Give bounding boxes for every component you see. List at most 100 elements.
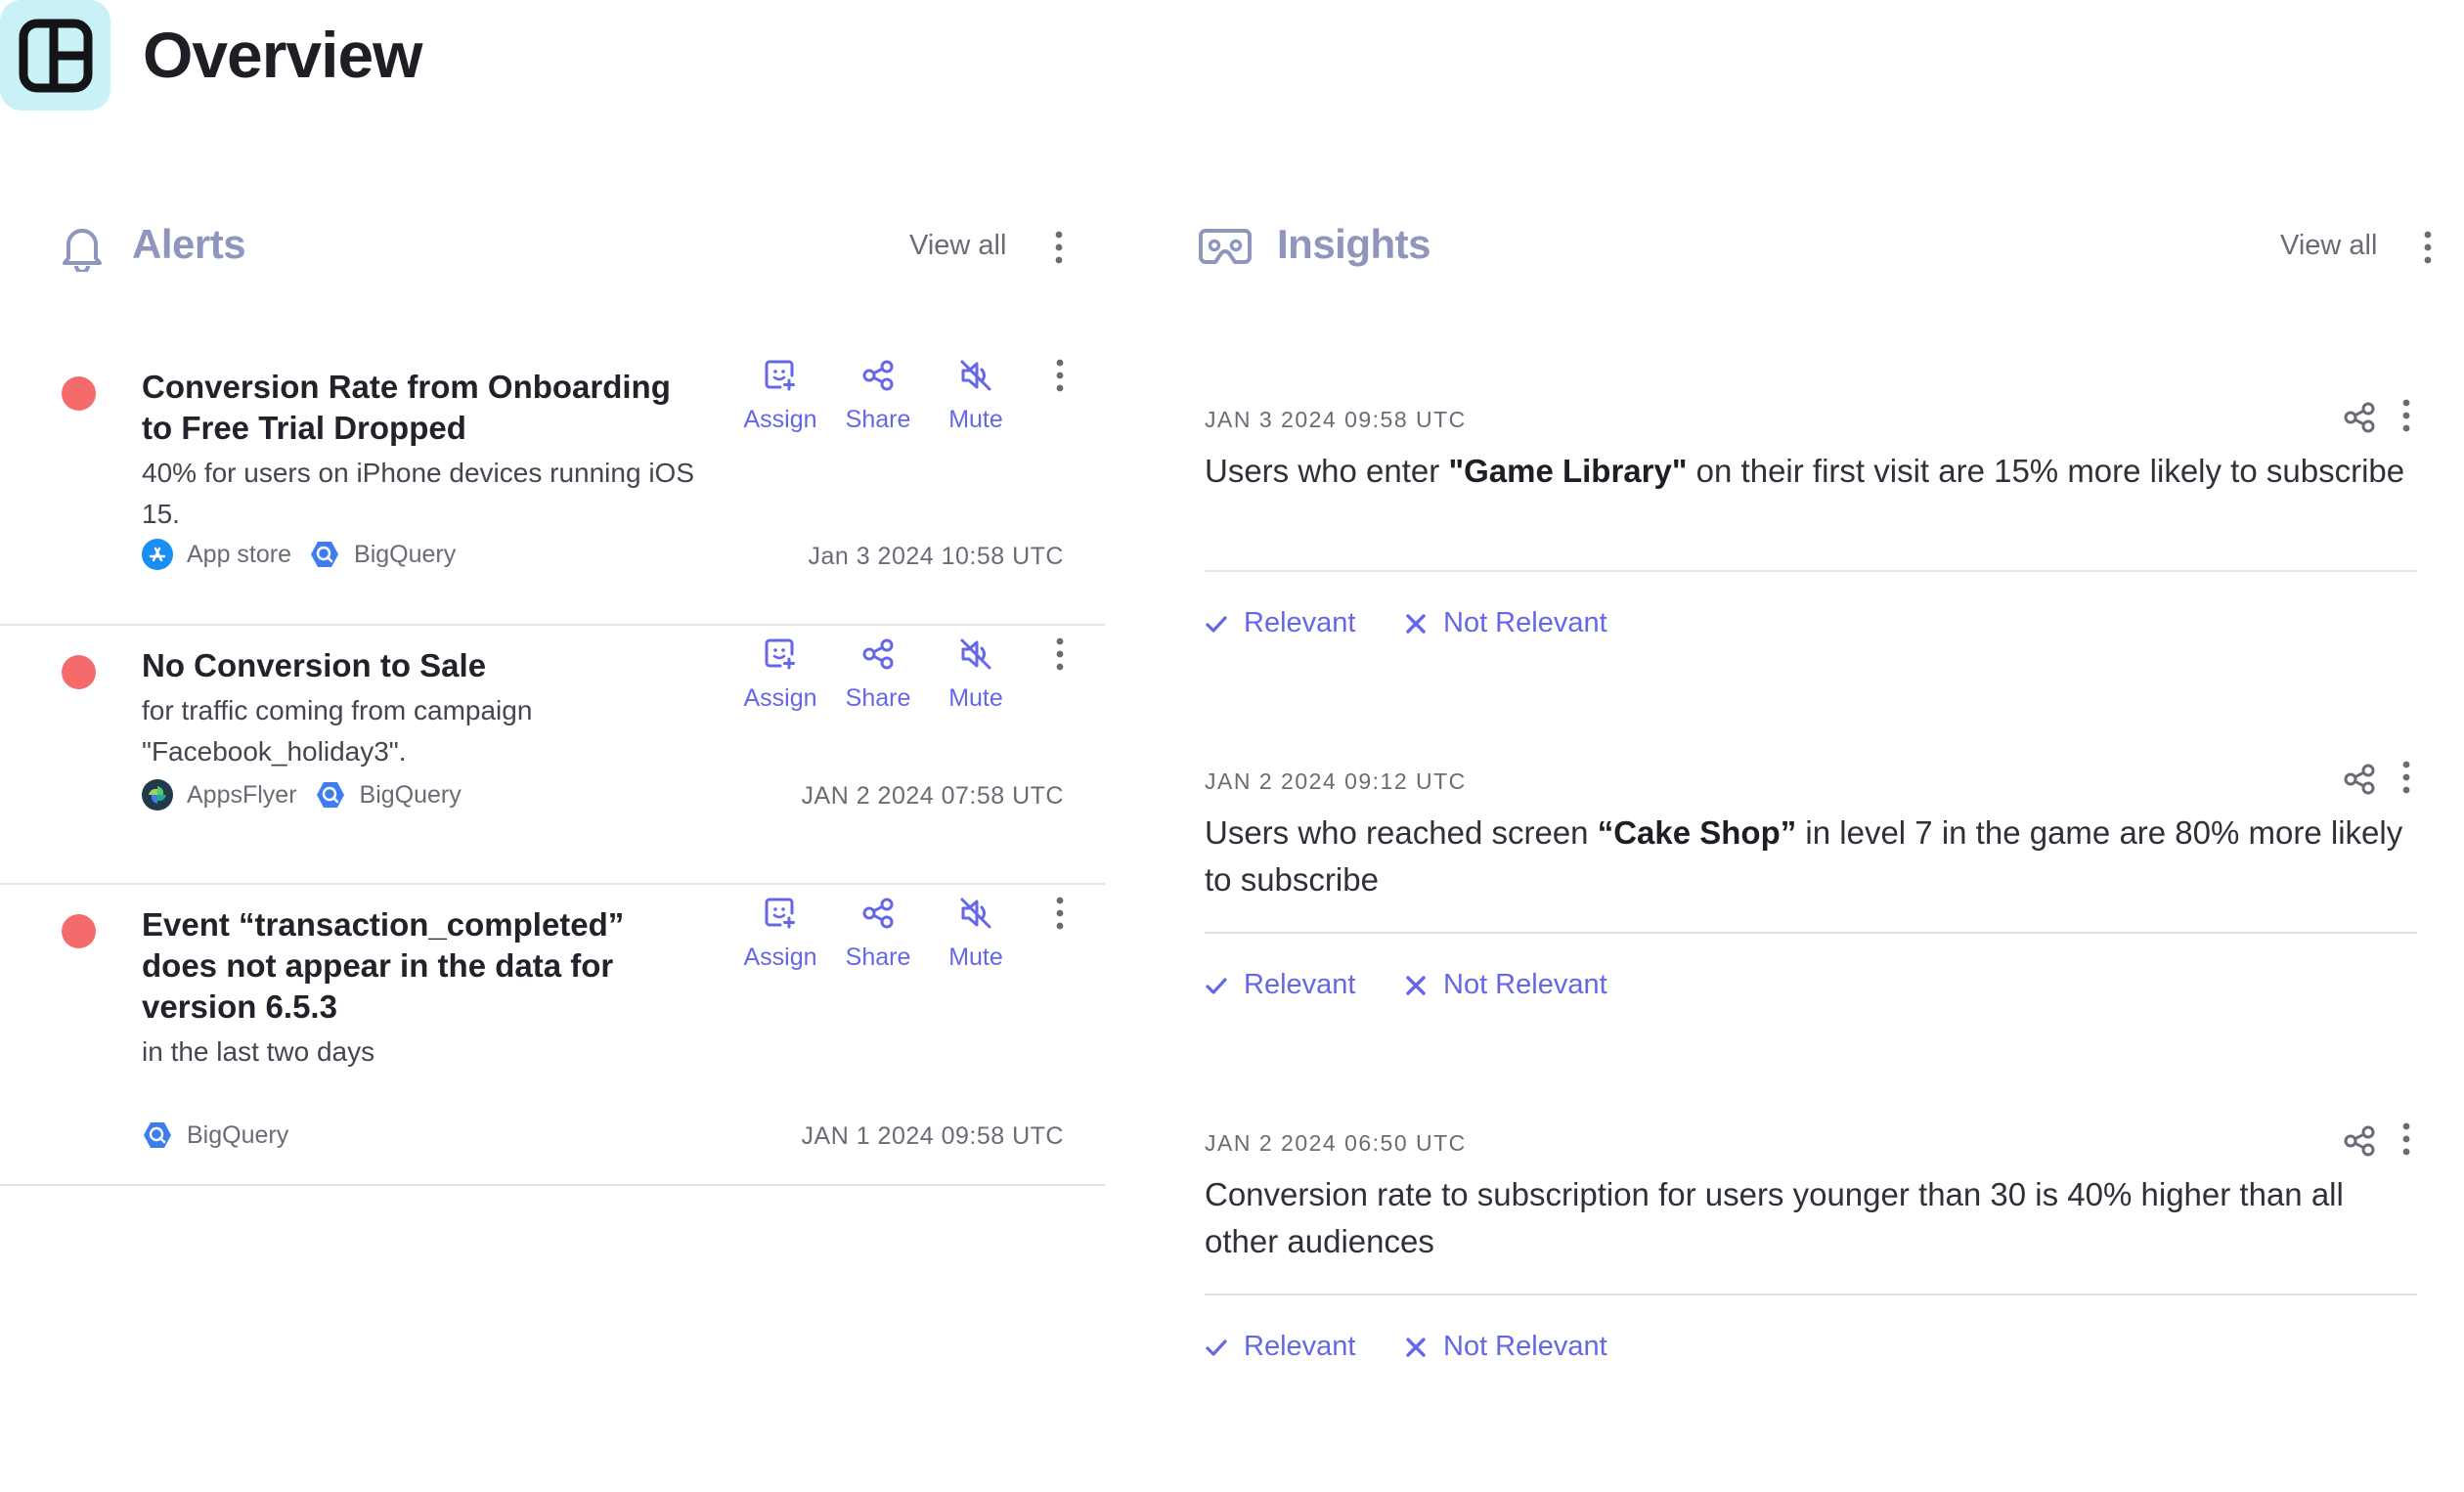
insights-more-icon[interactable] <box>2420 231 2436 264</box>
mute-label: Mute <box>948 943 1003 971</box>
share-icon <box>861 359 895 392</box>
share-button[interactable]: Share <box>824 897 932 972</box>
assign-button[interactable]: Assign <box>726 897 834 972</box>
insight-more-icon[interactable] <box>2398 761 2414 794</box>
mute-button[interactable]: Mute <box>922 359 1030 434</box>
share-label: Share <box>845 406 911 433</box>
assign-icon <box>764 897 797 930</box>
mute-label: Mute <box>948 406 1003 433</box>
share-label: Share <box>845 684 911 712</box>
not-relevant-label: Not Relevant <box>1443 1331 1607 1362</box>
source-tag: App store <box>142 539 291 570</box>
close-icon <box>1404 974 1428 997</box>
assign-button[interactable]: Assign <box>726 637 834 713</box>
not-relevant-button[interactable]: Not Relevant <box>1404 607 1607 639</box>
bigquery-icon <box>315 779 346 811</box>
app-logo[interactable] <box>0 0 110 110</box>
mute-button[interactable]: Mute <box>922 637 1030 713</box>
alert-sources: BigQuery <box>142 1119 306 1151</box>
share-icon <box>861 897 895 930</box>
bigquery-icon <box>142 1119 173 1151</box>
check-icon <box>1205 612 1228 636</box>
divider <box>1205 1294 2417 1295</box>
alert-sources: AppsFlyer BigQuery <box>142 779 479 811</box>
vr-headset-icon <box>1198 227 1253 266</box>
not-relevant-button[interactable]: Not Relevant <box>1404 1331 1607 1363</box>
source-tag: BigQuery <box>142 1119 288 1151</box>
insight-date: JAN 2 2024 09:12 UTC <box>1205 768 1467 794</box>
insight-text: Users who enter "Game Library" on their … <box>1205 448 2417 495</box>
appsflyer-icon <box>142 779 173 811</box>
assign-button[interactable]: Assign <box>726 359 834 434</box>
source-label: BigQuery <box>187 1120 289 1149</box>
source-label: AppsFlyer <box>187 780 297 809</box>
close-icon <box>1404 612 1428 636</box>
alert-more-icon[interactable] <box>1052 359 1068 392</box>
share-icon[interactable] <box>2343 763 2376 796</box>
assign-label: Assign <box>743 943 817 971</box>
insight-text: Conversion rate to subscription for user… <box>1205 1171 2417 1265</box>
relevant-label: Relevant <box>1244 607 1356 638</box>
insight-more-icon[interactable] <box>2398 1122 2414 1156</box>
relevant-button[interactable]: Relevant <box>1205 1331 1355 1363</box>
status-dot <box>62 655 96 689</box>
not-relevant-button[interactable]: Not Relevant <box>1404 969 1607 1001</box>
source-tag: BigQuery <box>315 779 462 811</box>
check-icon <box>1205 1336 1228 1359</box>
insight-card: JAN 2 2024 09:12 UTC Users who reached s… <box>1193 761 2464 1130</box>
share-icon[interactable] <box>2343 401 2376 434</box>
relevant-button[interactable]: Relevant <box>1205 607 1355 639</box>
alert-timestamp: JAN 1 2024 09:58 UTC <box>801 1122 1064 1150</box>
alert-more-icon[interactable] <box>1052 637 1068 671</box>
bell-icon <box>59 223 106 272</box>
status-dot <box>62 376 96 411</box>
source-label: BigQuery <box>359 780 462 809</box>
insights-title: Insights <box>1277 221 1431 267</box>
share-label: Share <box>845 943 911 971</box>
divider <box>1205 570 2417 572</box>
alerts-panel: Alerts View all Conversion Rate from Onb… <box>0 186 1105 1427</box>
alert-description: in the last two days <box>142 1036 375 1067</box>
page-title: Overview <box>143 19 423 91</box>
share-icon <box>861 637 895 671</box>
insight-card: JAN 2 2024 06:50 UTC Conversion rate to … <box>1193 1122 2464 1492</box>
app-store-icon <box>142 539 173 570</box>
alerts-view-all-link[interactable]: View all <box>909 230 1006 262</box>
alert-description: for traffic coming from campaign "Facebo… <box>142 695 533 767</box>
insight-date: JAN 2 2024 06:50 UTC <box>1205 1130 1467 1156</box>
alert-card[interactable]: No Conversion to Sale for traffic coming… <box>0 626 1105 885</box>
status-dot <box>62 914 96 948</box>
share-button[interactable]: Share <box>824 359 932 434</box>
insight-highlight: “Cake Shop” <box>1597 814 1797 851</box>
check-icon <box>1205 974 1228 997</box>
share-icon[interactable] <box>2343 1124 2376 1158</box>
assign-icon <box>764 637 797 671</box>
alert-card[interactable]: Conversion Rate from Onboarding to Free … <box>0 347 1105 626</box>
assign-icon <box>764 359 797 392</box>
not-relevant-label: Not Relevant <box>1443 607 1607 638</box>
insights-header: Insights View all <box>1193 186 2464 308</box>
relevant-button[interactable]: Relevant <box>1205 969 1355 1001</box>
alert-title: No Conversion to Sale <box>142 647 487 683</box>
insight-text-part: Users who reached screen <box>1205 814 1598 851</box>
alert-more-icon[interactable] <box>1052 897 1068 930</box>
not-relevant-label: Not Relevant <box>1443 969 1607 1000</box>
insight-text: Users who reached screen “Cake Shop” in … <box>1205 810 2417 903</box>
bigquery-icon <box>309 539 340 570</box>
alert-description: 40% for users on iPhone devices running … <box>142 458 694 529</box>
mute-button[interactable]: Mute <box>922 897 1030 972</box>
alert-timestamp: Jan 3 2024 10:58 UTC <box>808 543 1064 570</box>
share-button[interactable]: Share <box>824 637 932 713</box>
close-icon <box>1404 1336 1428 1359</box>
insights-view-all-link[interactable]: View all <box>2280 230 2377 262</box>
mute-label: Mute <box>948 684 1003 712</box>
insight-more-icon[interactable] <box>2398 399 2414 432</box>
source-tag: BigQuery <box>309 539 456 570</box>
insight-highlight: "Game Library" <box>1448 453 1688 489</box>
alert-card[interactable]: Event “transaction_completed” does not a… <box>0 885 1105 1186</box>
alert-timestamp: JAN 2 2024 07:58 UTC <box>801 782 1064 810</box>
relevant-label: Relevant <box>1244 969 1356 1000</box>
insight-text-part: Users who enter <box>1205 453 1449 489</box>
alerts-more-icon[interactable] <box>1051 231 1067 264</box>
source-label: BigQuery <box>354 540 457 568</box>
